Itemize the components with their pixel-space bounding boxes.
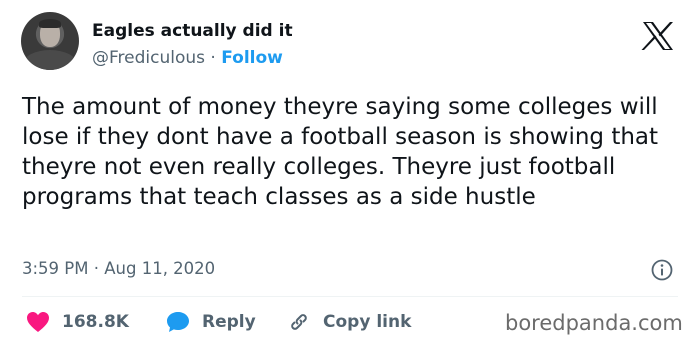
timestamp-separator: · — [93, 259, 99, 278]
display-name[interactable]: Eagles actually did it — [92, 21, 293, 41]
tweet-date: Aug 11, 2020 — [104, 259, 216, 278]
avatar[interactable] — [21, 12, 79, 70]
reply-button[interactable]: Reply — [166, 310, 256, 334]
reply-label: Reply — [202, 312, 256, 332]
tweet-text: The amount of money theyre saying some c… — [22, 94, 659, 210]
copy-link-label: Copy link — [323, 312, 412, 332]
x-logo-icon[interactable] — [641, 21, 675, 51]
handle-row: @Frediculous · Follow — [92, 48, 283, 68]
like-button[interactable]: 168.8K — [26, 310, 129, 334]
copy-link-button[interactable]: Copy link — [287, 310, 411, 334]
heart-icon — [27, 312, 49, 332]
avatar-shoulders — [23, 50, 77, 70]
follow-button[interactable]: Follow — [221, 48, 283, 68]
watermark: boredpanda.com — [505, 311, 683, 335]
tweet-timestamp[interactable]: 3:59 PM · Aug 11, 2020 — [22, 259, 215, 278]
handle-separator: · — [210, 48, 216, 68]
divider — [22, 296, 678, 297]
speech-bubble-icon — [167, 312, 189, 332]
info-icon[interactable] — [651, 259, 673, 281]
avatar-hair — [39, 19, 61, 28]
like-count: 168.8K — [62, 312, 129, 332]
tweet-time: 3:59 PM — [22, 259, 89, 278]
link-icon — [291, 314, 307, 330]
user-handle[interactable]: @Frediculous — [92, 48, 205, 68]
